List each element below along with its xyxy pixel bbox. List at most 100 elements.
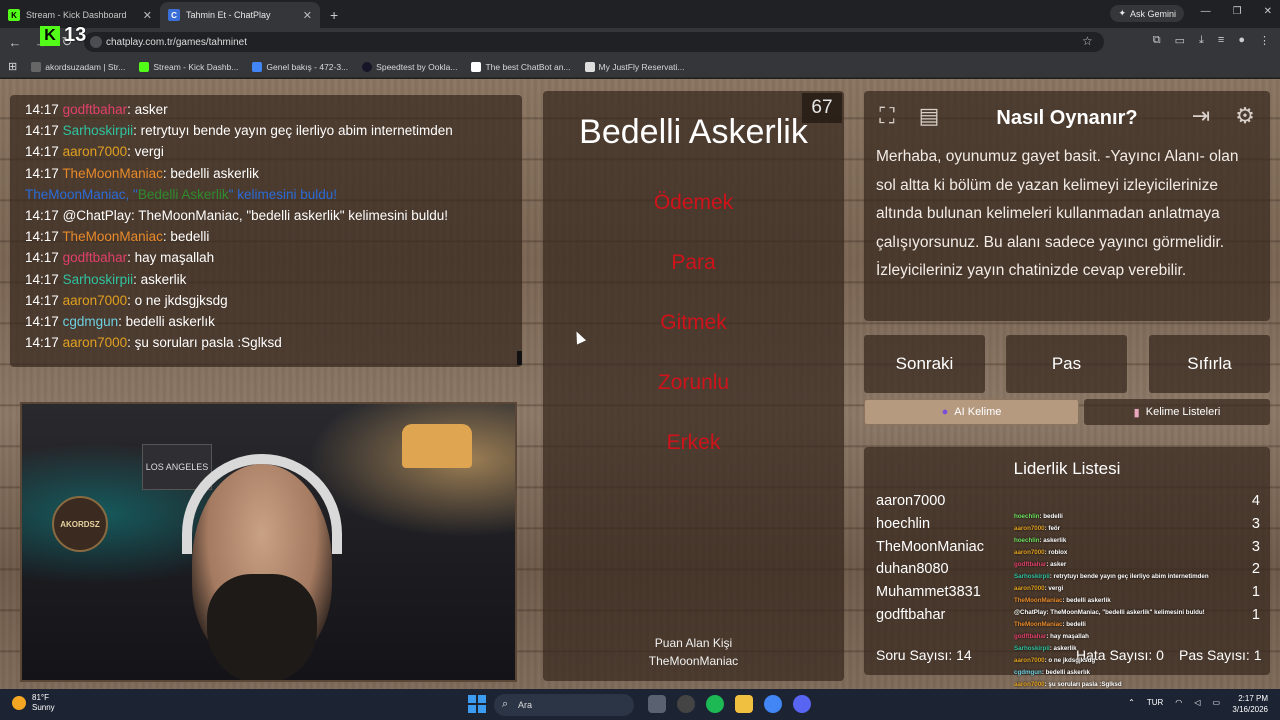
overlay-chat-message: godftbahar: asker: [1014, 559, 1250, 571]
overlay-username: aaron7000: [1014, 549, 1045, 556]
overlay-username: Sarhoskirpii: [1014, 645, 1050, 652]
ask-gemini-button[interactable]: ✦ Ask Gemini: [1110, 5, 1184, 22]
clock[interactable]: 2:17 PM 3/16/2026: [1232, 693, 1268, 715]
bookmark-item[interactable]: Speedtest by Ookla...: [362, 61, 457, 72]
overlay-username: hoechlin: [1014, 537, 1040, 544]
chat-text: : askerlik: [133, 271, 187, 287]
chat-username[interactable]: @ChatPlay: [63, 208, 131, 223]
chat-time: 14:17: [25, 229, 59, 245]
overlay-username: hoechlin: [1014, 513, 1040, 520]
chat-time: 14:17: [25, 102, 59, 117]
bookmark-star-icon[interactable]: ☆: [1082, 34, 1093, 48]
menu-icon[interactable]: ⋮: [1259, 34, 1270, 47]
taboo-word: Gitmek: [660, 311, 727, 334]
profile-icon[interactable]: ●: [1238, 34, 1245, 47]
tab-title: Tahmin Et - ChatPlay: [186, 10, 271, 20]
address-bar[interactable]: chatplay.com.tr/games/tahminet: [84, 32, 1104, 52]
sun-icon: [12, 696, 26, 710]
bookmark-item[interactable]: akordsuzadam | Str...: [31, 61, 126, 72]
chat-username[interactable]: aaron7000: [63, 144, 128, 159]
overlay-username: @ChatPlay: [1014, 609, 1047, 616]
chat-text: : şu soruları pasla :Sglksd: [127, 335, 282, 351]
player-name: hoechlin: [876, 515, 931, 532]
discord-icon[interactable]: [793, 695, 811, 713]
overlay-text: : vergi: [1044, 585, 1064, 592]
bookmark-icon: [31, 61, 42, 72]
file-explorer-icon[interactable]: [735, 695, 753, 713]
chat-username[interactable]: godftbahar: [63, 102, 128, 117]
apps-icon[interactable]: ⊞: [8, 60, 17, 73]
spotify-icon[interactable]: [706, 695, 724, 713]
player-name: TheMoonManiac: [876, 538, 984, 555]
close-icon[interactable]: ✕: [143, 9, 152, 22]
cast-icon[interactable]: ▭: [1175, 34, 1185, 47]
analytics-icon: [252, 61, 263, 72]
word-lists-label: Kelime Listeleri: [1145, 406, 1221, 418]
chat-message: 14:17 @ChatPlay: TheMoonManiac, "bedelli…: [25, 205, 522, 226]
overlay-text: : asker: [1046, 561, 1067, 568]
overlay-chat-message: hoechlin: askerlik: [1014, 535, 1250, 547]
chat-username[interactable]: Sarhoskirpii: [63, 272, 134, 287]
browser-tabbar: K Stream - Kick Dashboard ✕ C Tahmin Et …: [0, 0, 1280, 28]
chrome-icon[interactable]: [764, 695, 782, 713]
back-icon[interactable]: ←: [2, 35, 28, 50]
bookmark-label: akordsuzadam | Str...: [45, 61, 126, 72]
word-lists-button[interactable]: ▮ Kelime Listeleri: [1084, 399, 1270, 425]
overlay-username: aaron7000: [1014, 585, 1045, 592]
chat-username[interactable]: godftbahar: [63, 250, 128, 265]
overlay-username: godftbahar: [1014, 633, 1047, 640]
chat-username[interactable]: TheMoonManiac: [62, 166, 163, 181]
bookmark-item[interactable]: My JustFly Reservati...: [584, 61, 684, 72]
start-button[interactable]: [468, 695, 486, 713]
site-info-icon[interactable]: [90, 36, 102, 48]
ai-word-button[interactable]: ● AI Kelime: [864, 399, 1079, 425]
chat-username[interactable]: Sarhoskirpii: [63, 123, 134, 138]
url-text: chatplay.com.tr/games/tahminet: [106, 36, 247, 48]
obs-icon[interactable]: [677, 695, 695, 713]
word-card: 67 Bedelli Askerlik Ödemek Para Gitmek Z…: [543, 91, 844, 681]
weather-widget[interactable]: 81°F Sunny: [12, 693, 55, 713]
gear-icon[interactable]: ⚙: [1230, 101, 1260, 131]
restore-icon[interactable]: ❐: [1233, 6, 1242, 17]
download-icon[interactable]: ⤓: [1199, 34, 1204, 47]
overlay-text: : hay maşallah: [1046, 633, 1089, 640]
player-name: aaron7000: [876, 493, 946, 509]
chat-username[interactable]: cgdmgun: [63, 314, 119, 329]
chevron-up-icon[interactable]: ⌃: [1128, 698, 1135, 707]
clock-date: 3/16/2026: [1232, 705, 1268, 714]
new-tab-button[interactable]: +: [320, 2, 348, 28]
next-button[interactable]: Sonraki: [864, 335, 985, 393]
chat-username[interactable]: aaron7000: [63, 293, 128, 308]
minimize-icon[interactable]: —: [1201, 6, 1211, 17]
close-window-icon[interactable]: ✕: [1264, 6, 1272, 17]
kick-viewer-badge: K 13: [40, 24, 86, 47]
wifi-icon[interactable]: ◠: [1175, 698, 1182, 707]
pass-button[interactable]: Pas: [1006, 335, 1127, 393]
chat-username[interactable]: aaron7000: [63, 335, 128, 350]
chat-username[interactable]: TheMoonManiac: [62, 229, 163, 244]
language-indicator[interactable]: TUR: [1147, 698, 1163, 707]
system-post: " kelimesini buldu!: [228, 186, 337, 202]
overlay-text: : şu soruları pasla :Sglksd: [1044, 681, 1122, 688]
chat-scrollbar[interactable]: [517, 351, 522, 365]
overlay-chat-message: hoechlin: bedelli: [1014, 511, 1250, 523]
chat-text: : retrytuyı bende yayın geç ilerliyo abi…: [133, 123, 453, 139]
reset-button[interactable]: Sıfırla: [1149, 335, 1270, 393]
media-icon[interactable]: ≡: [1218, 34, 1224, 47]
justfly-icon: [584, 61, 595, 72]
tab-chatplay[interactable]: C Tahmin Et - ChatPlay ✕: [160, 2, 320, 28]
overlay-username: godftbahar: [1014, 561, 1047, 568]
bookmark-item[interactable]: The best ChatBot an...: [471, 61, 571, 72]
extensions-icon[interactable]: ⧉: [1153, 34, 1161, 47]
chatplay-icon: C: [168, 9, 180, 21]
logout-icon[interactable]: ⇥: [1186, 101, 1216, 131]
battery-icon[interactable]: ▭: [1212, 698, 1220, 707]
overlay-text: : feör: [1044, 525, 1061, 532]
taskbar-search[interactable]: ⌕ Ara: [494, 694, 634, 716]
task-view-icon[interactable]: [648, 695, 666, 713]
bookmark-item[interactable]: Genel bakış - 472-3...: [252, 61, 348, 72]
stream-chat-overlay: hoechlin: bedelli aaron7000 : feör hoechlin…: [1014, 511, 1250, 699]
volume-icon[interactable]: ◁: [1194, 698, 1200, 707]
bookmark-item[interactable]: Stream - Kick Dashb...: [139, 61, 238, 72]
close-icon[interactable]: ✕: [303, 9, 312, 22]
